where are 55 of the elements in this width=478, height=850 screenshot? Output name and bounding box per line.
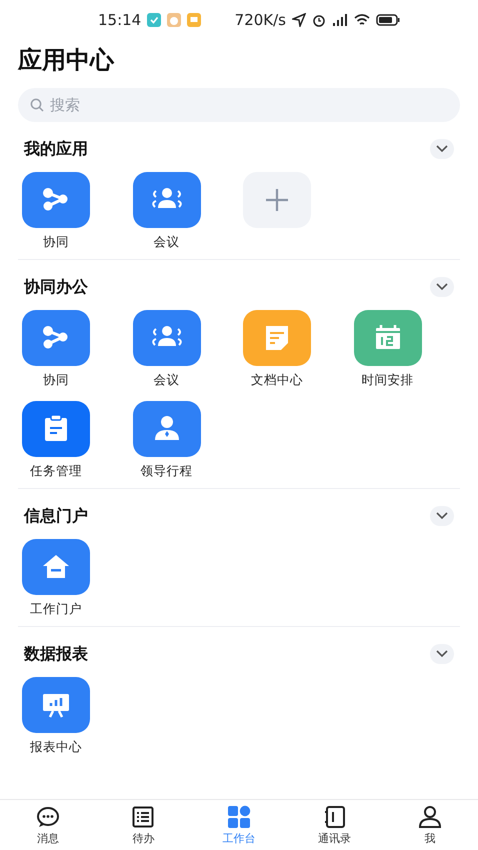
chevron-icon [436,512,448,520]
location-icon [292,13,306,27]
chat-icon [36,804,60,828]
grid-icon [226,804,251,828]
collapse-toggle[interactable] [430,644,454,664]
alarm-icon [312,13,326,27]
app-tile[interactable] [22,539,90,595]
app-notification-icon [147,13,162,27]
nav-tab[interactable]: 消息 [0,800,96,850]
chevron-icon [436,283,448,291]
status-time: 15:14 [98,11,142,29]
message-notification-icon [187,13,202,27]
person-icon [418,804,442,828]
app-label: 报表中心 [30,739,82,756]
page-title: 应用中心 [18,45,116,76]
app-label: 协同 [43,372,69,389]
app-tile[interactable] [22,677,90,733]
nav-tab[interactable]: 工作台 [191,800,287,850]
battery-icon [376,14,400,26]
app-tile[interactable] [132,310,200,366]
signal-icon [332,13,348,27]
contacts-icon [322,804,347,828]
collapse-toggle[interactable] [430,277,454,297]
nav-tab[interactable]: 通讯录 [286,800,382,850]
add-app-button[interactable] [243,172,311,228]
wifi-icon [354,13,370,27]
app-tile[interactable] [354,310,422,366]
app-label: 任务管理 [30,463,82,480]
collapse-toggle[interactable] [430,139,454,159]
app-notification-icon [167,13,182,27]
network-speed: 720K/s [234,11,286,29]
app-label: 文档中心 [251,372,303,389]
app-tile[interactable] [22,310,90,366]
nav-tab[interactable]: 待办 [96,800,192,850]
app-label: 会议 [154,372,180,389]
app-tile[interactable] [132,172,200,228]
section-title: 数据报表 [24,644,88,664]
list-icon [131,804,156,828]
app-tile[interactable] [243,310,311,366]
app-label: 时间安排 [362,372,414,389]
app-label: 领导行程 [140,463,192,480]
app-tile[interactable] [132,401,200,457]
section-title: 我的应用 [24,138,88,160]
collapse-toggle[interactable] [430,506,454,526]
section-title: 协同办公 [24,276,88,298]
app-tile[interactable] [22,401,90,457]
app-tile[interactable] [22,172,90,228]
app-label: 协同 [43,234,69,251]
search-field[interactable]: 搜索 [18,88,460,122]
nav-tab[interactable]: 我 [382,800,478,850]
app-label: 工作门户 [30,601,82,618]
section-title: 信息门户 [24,506,88,526]
chevron-icon [436,145,448,153]
app-label: 会议 [154,234,180,251]
chevron-icon [436,650,448,658]
